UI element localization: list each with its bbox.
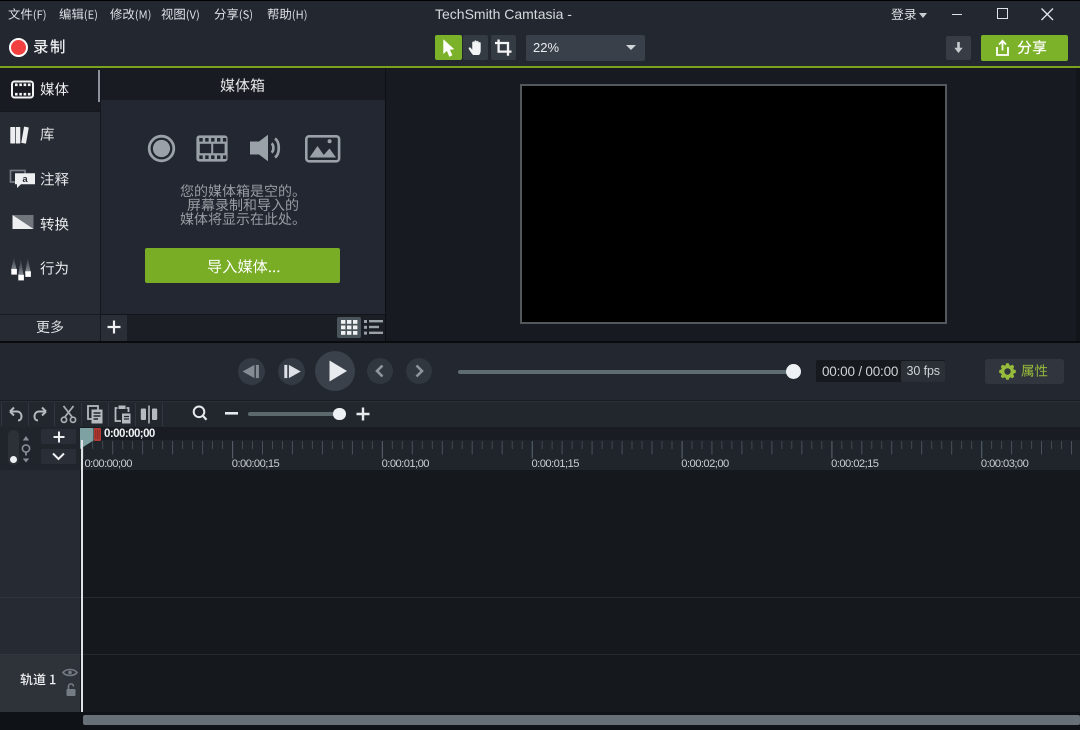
svg-text:a: a xyxy=(22,174,28,185)
